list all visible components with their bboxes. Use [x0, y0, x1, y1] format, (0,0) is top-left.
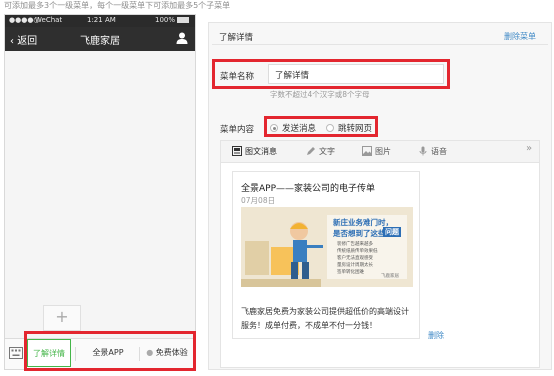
- carrier-label: WeChat: [35, 16, 63, 24]
- article-title: 全景APP——家装公司的电子传单: [241, 184, 376, 194]
- menu-name-hint: 字数不超过4个汉字或8个字母: [270, 90, 370, 99]
- keyboard-icon[interactable]: [9, 347, 23, 359]
- tab-news[interactable]: 图文消息: [245, 146, 277, 157]
- battery-icon: [177, 17, 189, 23]
- cover-bullet: 传统纸质传单效果低: [337, 249, 378, 254]
- tab-image[interactable]: 图片: [375, 146, 391, 157]
- highlight-box-menu-name: [212, 59, 450, 89]
- cover-bullet-list: 装修广告越来越多 传统纸质传单效果低 客户无法直观感受 量房设计周期太长 签单转…: [337, 241, 378, 276]
- menu-limit-tip: 可添加最多3个一级菜单，每个一级菜单下可添加最多5个子菜单: [4, 1, 231, 10]
- battery-label: 100%: [155, 16, 176, 24]
- tab-voice[interactable]: 语音: [431, 146, 447, 157]
- account-title: 飞鹿家居: [80, 36, 120, 47]
- image-icon: [362, 146, 372, 156]
- phone-preview: ●●●●○ WeChat 1:21 AM 100% ‹ 返回 飞鹿家居 + 了解…: [4, 14, 196, 370]
- menu-content-label: 菜单内容: [220, 125, 255, 135]
- microphone-icon: [419, 146, 427, 156]
- cover-bullet: 量房设计周期太长: [337, 263, 373, 268]
- news-icon: [232, 146, 242, 156]
- cover-bullet: 装修广告越来越多: [337, 242, 373, 247]
- highlight-box-content-type: [264, 116, 378, 137]
- status-bar: ●●●●○ WeChat 1:21 AM 100%: [5, 15, 195, 27]
- panel-title: 了解详情: [219, 33, 254, 43]
- more-tabs-icon[interactable]: »: [526, 143, 532, 154]
- cover-brand: 飞鹿家居: [381, 274, 399, 279]
- panel-divider: [212, 44, 548, 45]
- status-time: 1:21 AM: [87, 16, 116, 24]
- highlight-box-menu-bar: [24, 331, 196, 371]
- delete-menu-link[interactable]: 删除菜单: [504, 31, 536, 42]
- cover-headline-2: 是否想到了这些: [333, 229, 386, 238]
- delete-article-link[interactable]: 删除: [428, 330, 444, 341]
- article-date: 07月08日: [241, 196, 276, 205]
- article-description: 飞鹿家居免费为家装公司提供超低价的高端设计服务！成单付费，不成单不付一分钱！: [241, 307, 409, 330]
- cover-bullet: 客户无法直观感受: [337, 256, 373, 261]
- cover-bullet: 签单转化困难: [337, 270, 364, 275]
- article-cover-image: 新庄业务难门时， 是否想到了这些 问题 装修广告越来越多 传统纸质传单效果低 客…: [241, 207, 413, 287]
- phone-nav-bar: ‹ 返回 飞鹿家居: [5, 27, 195, 51]
- cover-headline-tag: 问题: [383, 227, 401, 237]
- pencil-icon: [307, 147, 315, 155]
- add-submenu-button[interactable]: +: [43, 305, 81, 331]
- user-profile-icon[interactable]: [175, 31, 189, 45]
- tab-text[interactable]: 文字: [319, 146, 335, 157]
